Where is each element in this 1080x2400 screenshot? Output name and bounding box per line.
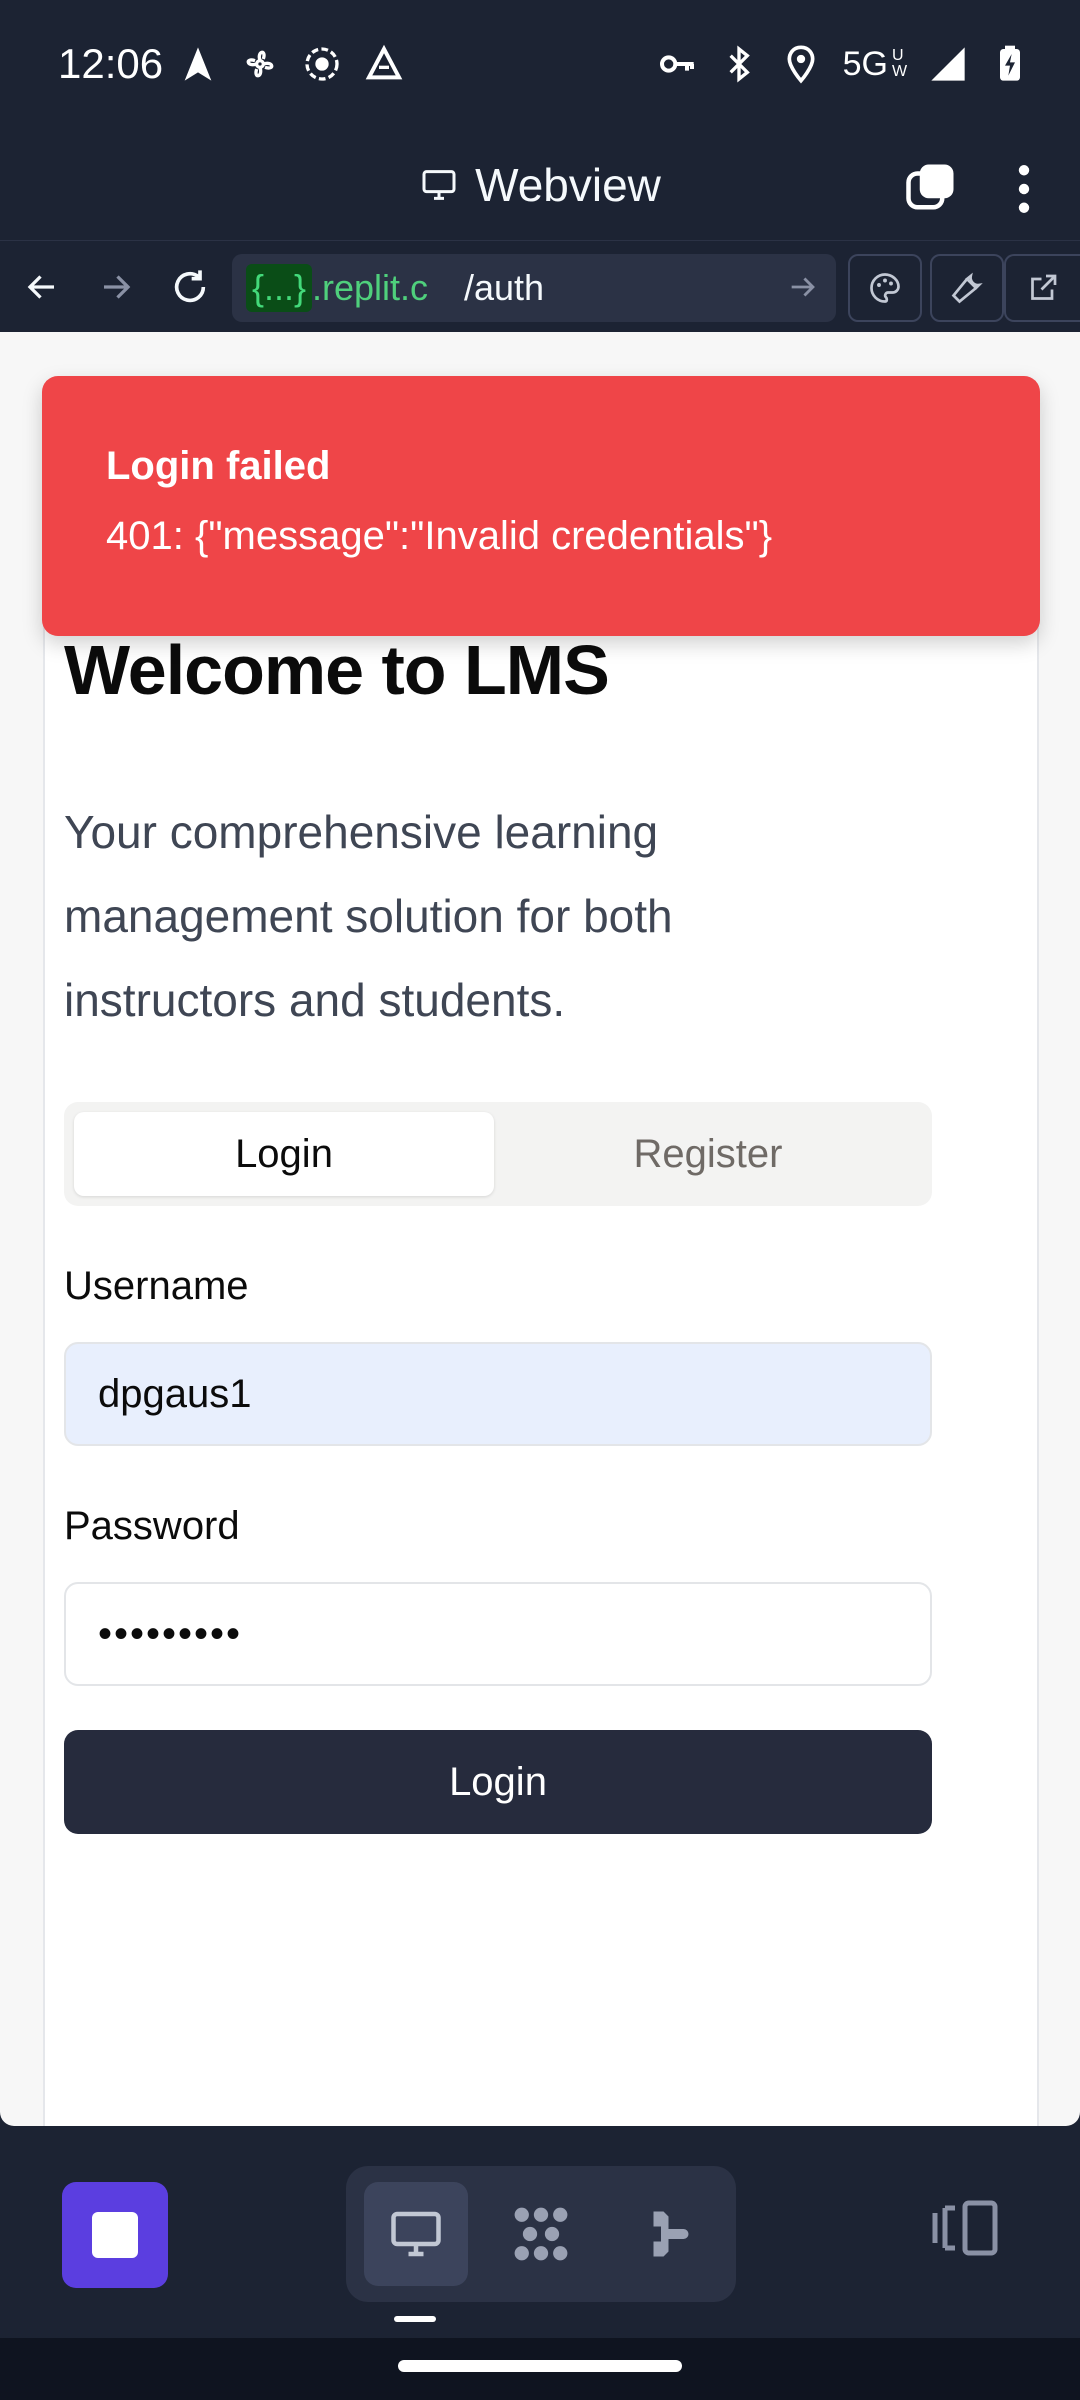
palette-icon — [870, 273, 900, 303]
back-button[interactable] — [14, 259, 70, 315]
status-time: 12:06 — [58, 40, 164, 87]
agent-pane-button[interactable] — [614, 2182, 718, 2286]
auth-tabs: Login Register — [64, 1102, 932, 1206]
go-arrow-icon[interactable] — [786, 270, 820, 304]
webview-title: Webview — [475, 159, 661, 211]
webview-pane-icon — [391, 2211, 441, 2257]
home-gesture-pill[interactable] — [398, 2360, 682, 2372]
webview-page: Welcome to LMS Your comprehensive learni… — [0, 332, 1080, 2126]
url-host: .replit.c — [312, 267, 429, 308]
active-pane-indicator — [394, 2316, 436, 2322]
workspace-pane-icon — [514, 2207, 568, 2261]
username-label: Username — [64, 1264, 249, 1308]
page-title: Welcome to LMS — [64, 631, 610, 709]
url-host-chip: {...} — [246, 264, 313, 312]
page-subtitle: Your comprehensive learning management s… — [64, 806, 673, 1026]
password-input[interactable] — [64, 1582, 932, 1686]
layout-toggle-icon[interactable] — [930, 2198, 1000, 2258]
wrench-icon — [951, 272, 983, 304]
forward-button[interactable] — [88, 259, 144, 315]
theme-button[interactable] — [848, 254, 922, 322]
vpn-key-icon — [659, 55, 694, 73]
webview-pane-button[interactable] — [364, 2182, 468, 2286]
bluetooth-icon — [729, 45, 750, 83]
toast-title: Login failed — [106, 444, 331, 488]
password-label: Password — [64, 1504, 240, 1548]
tab-register[interactable]: Register — [498, 1112, 918, 1196]
network-superscript: UW — [892, 47, 908, 80]
arrow-right-icon — [104, 275, 131, 299]
open-external-button[interactable] — [1004, 254, 1080, 322]
network-type: 5G — [842, 44, 888, 83]
navigation-icon — [184, 47, 212, 81]
toast-description: 401: {"message":"Invalid credentials"} — [106, 514, 773, 558]
signal-icon — [931, 47, 965, 81]
error-toast[interactable]: Login failed 401: {"message":"Invalid cr… — [42, 376, 1040, 636]
webview-header: Webview — [0, 130, 1080, 240]
more-menu-button[interactable] — [1010, 164, 1038, 214]
workspace-pane-button[interactable] — [489, 2182, 593, 2286]
monitor-icon — [422, 170, 456, 200]
pane-switcher — [346, 2166, 736, 2302]
url-field[interactable]: {...} .replit.c /auth — [232, 254, 836, 322]
bottom-toolbar — [0, 2126, 1080, 2338]
stop-button[interactable] — [62, 2182, 168, 2288]
fan-icon — [246, 50, 274, 78]
tab-login[interactable]: Login — [74, 1112, 494, 1196]
record-icon — [305, 47, 339, 81]
devtools-button[interactable] — [930, 254, 1004, 322]
reload-icon — [174, 270, 206, 303]
agent-pane-icon — [653, 2211, 689, 2257]
username-input[interactable] — [64, 1342, 932, 1446]
location-icon — [787, 45, 815, 84]
reload-button[interactable] — [162, 259, 218, 315]
url-path: /auth — [464, 267, 545, 308]
app-icon — [365, 44, 403, 80]
gesture-navigation-area — [0, 2338, 1080, 2400]
login-submit-button[interactable]: Login — [64, 1730, 932, 1834]
arrow-left-icon — [27, 275, 54, 299]
stop-icon — [92, 2212, 138, 2258]
battery-charging-icon — [1000, 45, 1020, 81]
tabs-switcher-button[interactable] — [904, 160, 958, 214]
external-link-icon — [1031, 274, 1057, 300]
status-bar: 12:06 5G UW — [0, 0, 1080, 130]
url-toolbar: {...} .replit.c /auth — [0, 240, 1080, 332]
